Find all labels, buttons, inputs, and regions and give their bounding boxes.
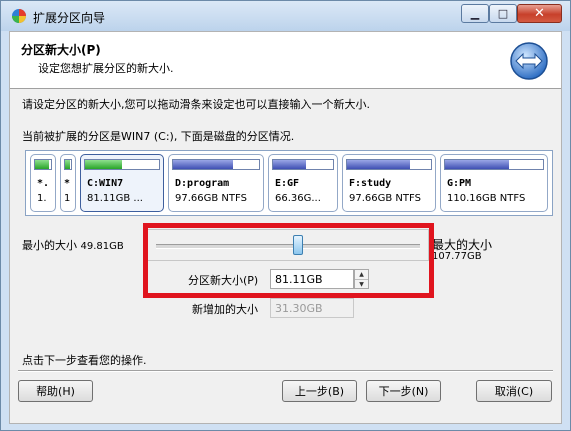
partition-size: 110.16GB NTFS (447, 193, 526, 204)
partition-block[interactable]: *. 1. (30, 154, 56, 212)
partition-name: *. (37, 178, 50, 189)
disk-partition-map: *. 1. * 1 C:WIN7 81.11GB ... D:program 9… (25, 150, 553, 216)
slider-thumb[interactable] (293, 235, 303, 255)
wizard-header: 分区新大小(P) 设定您想扩展分区的新大小. (10, 32, 561, 89)
partition-name: * (64, 178, 71, 189)
partition-size: 97.66GB NTFS (349, 193, 421, 204)
size-slider[interactable] (147, 229, 429, 261)
expand-partition-wizard-window: 扩展分区向导 ▁ □ ✕ 分区新大小(P) 设定您想扩展分区的新大小. 请设定分… (0, 0, 571, 431)
minimize-icon: ▁ (470, 7, 480, 20)
partition-size: 1. (37, 193, 47, 204)
spin-down-icon[interactable]: ▼ (355, 280, 368, 289)
close-button[interactable]: ✕ (517, 4, 562, 23)
min-size-value: 49.81GB (80, 241, 124, 252)
usage-bar (84, 159, 160, 170)
added-size-label: 新增加的大小 (192, 303, 258, 316)
partition-size: 97.66GB NTFS (175, 193, 247, 204)
spin-up-icon[interactable]: ▲ (355, 270, 368, 280)
usage-fill (65, 160, 71, 169)
partition-caption: 当前被扩展的分区是WIN7 (C:), 下面是磁盘的分区情况. (22, 130, 295, 143)
new-size-spinner[interactable]: ▲ ▼ (354, 269, 369, 289)
usage-bar (272, 159, 334, 170)
minimize-button[interactable]: ▁ (461, 4, 489, 23)
min-size-label: 最小的大小 49.81GB (22, 237, 124, 253)
partition-block[interactable]: F:study 97.66GB NTFS (342, 154, 436, 212)
min-size-caption: 最小的大小 (22, 239, 77, 252)
maximize-button[interactable]: □ (489, 4, 517, 23)
partition-name: D:program (175, 178, 230, 189)
help-button[interactable]: 帮助(H) (18, 380, 93, 402)
title-bar[interactable]: 扩展分区向导 ▁ □ ✕ (1, 1, 570, 31)
usage-fill (273, 160, 306, 169)
partition-name: G:PM (447, 178, 472, 189)
partition-block-selected[interactable]: C:WIN7 81.11GB ... (80, 154, 164, 212)
close-icon: ✕ (534, 6, 545, 21)
partition-block[interactable]: D:program 97.66GB NTFS (168, 154, 264, 212)
partition-block[interactable]: G:PM 110.16GB NTFS (440, 154, 548, 212)
cancel-button[interactable]: 取消(C) (476, 380, 552, 402)
usage-fill (35, 160, 50, 169)
usage-fill (85, 160, 122, 169)
footer-separator (18, 370, 553, 372)
app-icon (12, 9, 26, 23)
usage-fill (347, 160, 410, 169)
usage-bar (444, 159, 544, 170)
usage-bar (64, 159, 72, 170)
partition-size: 66.36G... (275, 193, 321, 204)
usage-bar (172, 159, 260, 170)
usage-bar (346, 159, 432, 170)
usage-fill (173, 160, 234, 169)
window-title: 扩展分区向导 (33, 11, 106, 25)
partition-name: C:WIN7 (87, 178, 124, 189)
header-title: 分区新大小(P) (21, 43, 101, 57)
max-size-value: 107.77GB (432, 251, 482, 262)
instructions-text: 请设定分区的新大小,您可以拖动滑条来设定也可以直接输入一个新大小. (22, 98, 370, 111)
resize-arrows-icon (510, 42, 548, 80)
usage-bar (34, 159, 52, 170)
partition-size: 81.11GB ... (87, 193, 143, 204)
slider-track[interactable] (156, 244, 420, 249)
partition-size: 1 (64, 193, 71, 204)
maximize-icon: □ (497, 7, 509, 20)
new-size-label: 分区新大小(P) (188, 274, 259, 287)
partition-block[interactable]: * 1 (60, 154, 76, 212)
footer-hint: 点击下一步查看您的操作. (22, 354, 147, 367)
back-button[interactable]: 上一步(B) (282, 380, 357, 402)
partition-name: F:study (349, 178, 392, 189)
new-size-input[interactable]: 81.11GB (270, 269, 354, 289)
partition-block[interactable]: E:GF 66.36G... (268, 154, 338, 212)
next-button[interactable]: 下一步(N) (366, 380, 441, 402)
header-subtitle: 设定您想扩展分区的新大小. (38, 62, 174, 75)
partition-name: E:GF (275, 178, 300, 189)
added-size-field: 31.30GB (270, 298, 354, 318)
usage-fill (445, 160, 509, 169)
wizard-body: 分区新大小(P) 设定您想扩展分区的新大小. 请设定分区的新大小,您可以拖动滑条… (9, 31, 562, 424)
